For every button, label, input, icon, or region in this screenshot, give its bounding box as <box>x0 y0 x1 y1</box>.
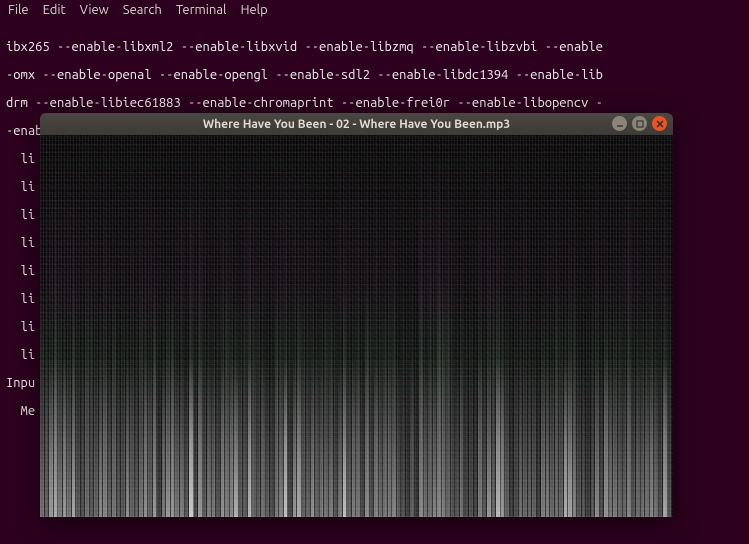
minimize-icon <box>616 120 624 128</box>
close-icon <box>656 120 664 128</box>
terminal-line: -omx --enable-openal --enable-opengl --e… <box>6 68 743 82</box>
window-titlebar[interactable]: Where Have You Been - 02 - Where Have Yo… <box>40 113 673 135</box>
menu-help[interactable]: Help <box>240 3 267 17</box>
close-button[interactable] <box>652 116 667 131</box>
menu-edit[interactable]: Edit <box>43 3 66 17</box>
spectrogram-visualizer <box>40 135 673 517</box>
menu-search[interactable]: Search <box>123 3 162 17</box>
terminal-line <box>6 516 743 530</box>
menubar: File Edit View Search Terminal Help <box>0 0 749 22</box>
terminal-line: drm --enable-libiec61883 --enable-chroma… <box>6 96 743 110</box>
menu-view[interactable]: View <box>80 3 109 17</box>
window-controls <box>612 116 667 131</box>
menu-terminal[interactable]: Terminal <box>176 3 227 17</box>
terminal-line: ibx265 --enable-libxml2 --enable-libxvid… <box>6 40 743 54</box>
menu-file[interactable]: File <box>8 3 29 17</box>
window-title: Where Have You Been - 02 - Where Have Yo… <box>40 118 673 131</box>
minimize-button[interactable] <box>612 116 627 131</box>
maximize-button[interactable] <box>632 116 647 131</box>
media-player-window[interactable]: Where Have You Been - 02 - Where Have Yo… <box>40 113 673 517</box>
maximize-icon <box>636 120 644 128</box>
